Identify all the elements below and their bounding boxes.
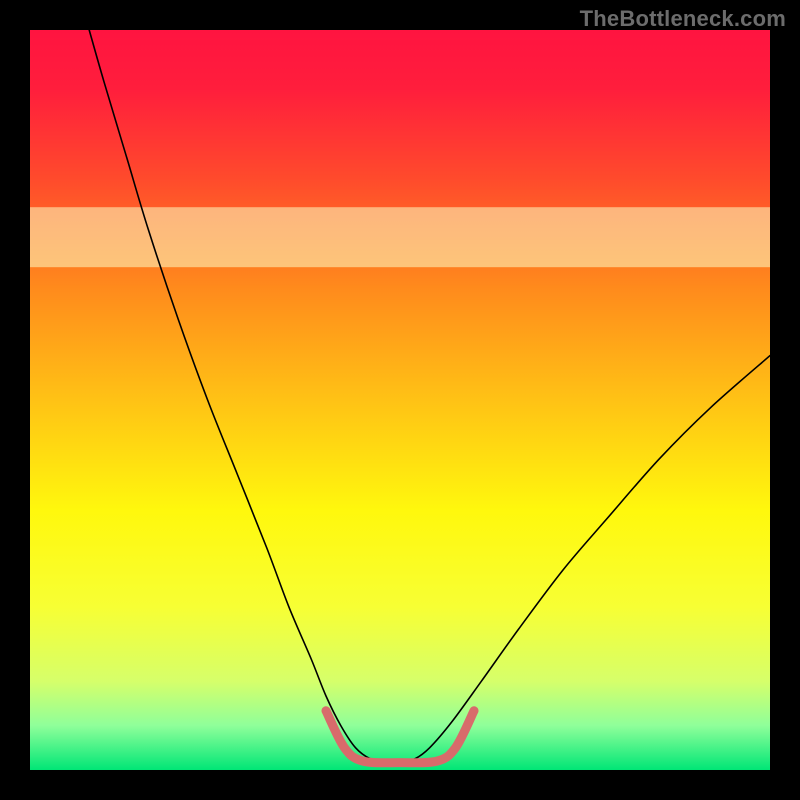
gradient-background — [30, 30, 770, 770]
highlight-band — [30, 207, 770, 267]
chart-frame: TheBottleneck.com — [0, 0, 800, 800]
plot-area — [30, 30, 770, 770]
chart-svg — [30, 30, 770, 770]
watermark-text: TheBottleneck.com — [580, 6, 786, 32]
